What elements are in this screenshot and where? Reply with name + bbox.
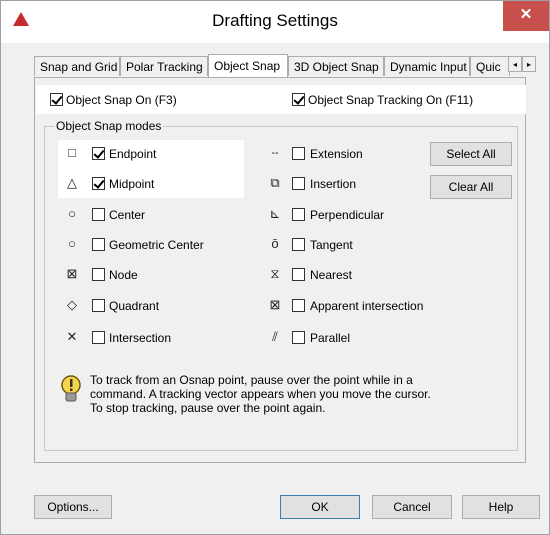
- ok-button[interactable]: OK: [280, 495, 360, 519]
- nearest-label: Nearest: [310, 268, 353, 282]
- tab-quick-properties[interactable]: Quic: [470, 56, 510, 76]
- cancel-button[interactable]: Cancel: [372, 495, 452, 519]
- extension-icon: --: [271, 147, 279, 159]
- tangent-checkbox[interactable]: [292, 238, 305, 251]
- object-snap-on-label: Object Snap On (F3): [66, 93, 177, 107]
- tab-3d-object-snap[interactable]: 3D Object Snap: [288, 56, 384, 76]
- midpoint-label: Midpoint: [109, 177, 155, 191]
- apparent-intersection-label: Apparent intersection: [310, 299, 424, 313]
- tangent-icon: ō: [271, 236, 279, 251]
- close-button[interactable]: ✕: [503, 1, 549, 31]
- perpendicular-checkbox[interactable]: [292, 208, 305, 221]
- tangent-label: Tangent: [310, 238, 353, 252]
- tab-scroll-left-icon[interactable]: ◂: [508, 56, 522, 72]
- geometric-center-checkbox[interactable]: [92, 238, 105, 251]
- object-snap-modes-title: Object Snap modes: [54, 119, 164, 133]
- midpoint-checkbox[interactable]: [92, 177, 105, 190]
- perpendicular-icon: ⊾: [269, 206, 281, 221]
- nearest-checkbox[interactable]: [292, 268, 305, 281]
- apparent-intersection-checkbox[interactable]: [292, 299, 305, 312]
- quadrant-label: Quadrant: [109, 299, 160, 313]
- parallel-icon: ⫽: [272, 329, 278, 344]
- quadrant-checkbox[interactable]: [92, 299, 105, 312]
- window-title: Drafting Settings: [212, 11, 338, 30]
- midpoint-icon: △: [67, 175, 77, 190]
- quadrant-icon: ◇: [67, 297, 77, 312]
- intersection-icon: ✕: [66, 329, 78, 344]
- lightbulb-icon: [61, 375, 81, 402]
- extension-checkbox[interactable]: [292, 147, 305, 160]
- help-line-1: To track from an Osnap point, pause over…: [90, 373, 413, 387]
- node-checkbox[interactable]: [92, 268, 105, 281]
- insertion-label: Insertion: [310, 177, 357, 191]
- tab-snap-and-grid[interactable]: Snap and Grid: [34, 56, 120, 76]
- nearest-icon: ⧖: [270, 266, 280, 281]
- node-icon: ⊠: [66, 266, 78, 281]
- geometric-center-icon: ○: [68, 236, 76, 251]
- tab-object-snap[interactable]: Object Snap: [208, 54, 288, 77]
- help-line-2: command. A tracking vector appears when …: [90, 387, 431, 401]
- tab-scroll-right-icon[interactable]: ▸: [522, 56, 536, 72]
- intersection-checkbox[interactable]: [92, 331, 105, 344]
- geometric-center-label: Geometric Center: [109, 238, 204, 252]
- object-snap-tracking-label: Object Snap Tracking On (F11): [308, 93, 474, 107]
- parallel-label: Parallel: [310, 331, 351, 345]
- help-button[interactable]: Help: [462, 495, 540, 519]
- center-label: Center: [109, 208, 146, 222]
- clear-all-button[interactable]: Clear All: [430, 175, 512, 199]
- center-icon: ○: [68, 206, 76, 221]
- endpoint-label: Endpoint: [109, 147, 157, 161]
- insertion-checkbox[interactable]: [292, 177, 305, 190]
- tracking-help-text: To track from an Osnap point, pause over…: [90, 373, 500, 415]
- endpoint-checkbox[interactable]: [92, 147, 105, 160]
- options-button[interactable]: Options...: [34, 495, 112, 519]
- insertion-icon: ⧉: [270, 175, 280, 190]
- tab-polar-tracking[interactable]: Polar Tracking: [120, 56, 208, 76]
- tab-dynamic-input[interactable]: Dynamic Input: [384, 56, 470, 76]
- title-bar[interactable]: Drafting Settings ✕: [1, 1, 549, 43]
- node-label: Node: [109, 268, 138, 282]
- endpoint-icon: □: [68, 145, 76, 160]
- intersection-label: Intersection: [109, 331, 172, 345]
- help-line-3: To stop tracking, pause over the point a…: [90, 401, 326, 415]
- select-all-button[interactable]: Select All: [430, 142, 512, 166]
- object-snap-on-checkbox[interactable]: [50, 93, 63, 106]
- apparent-intersection-icon: ⊠: [269, 297, 281, 312]
- perpendicular-label: Perpendicular: [310, 208, 385, 222]
- object-snap-tracking-checkbox[interactable]: [292, 93, 305, 106]
- extension-label: Extension: [310, 147, 363, 161]
- parallel-checkbox[interactable]: [292, 331, 305, 344]
- center-checkbox[interactable]: [92, 208, 105, 221]
